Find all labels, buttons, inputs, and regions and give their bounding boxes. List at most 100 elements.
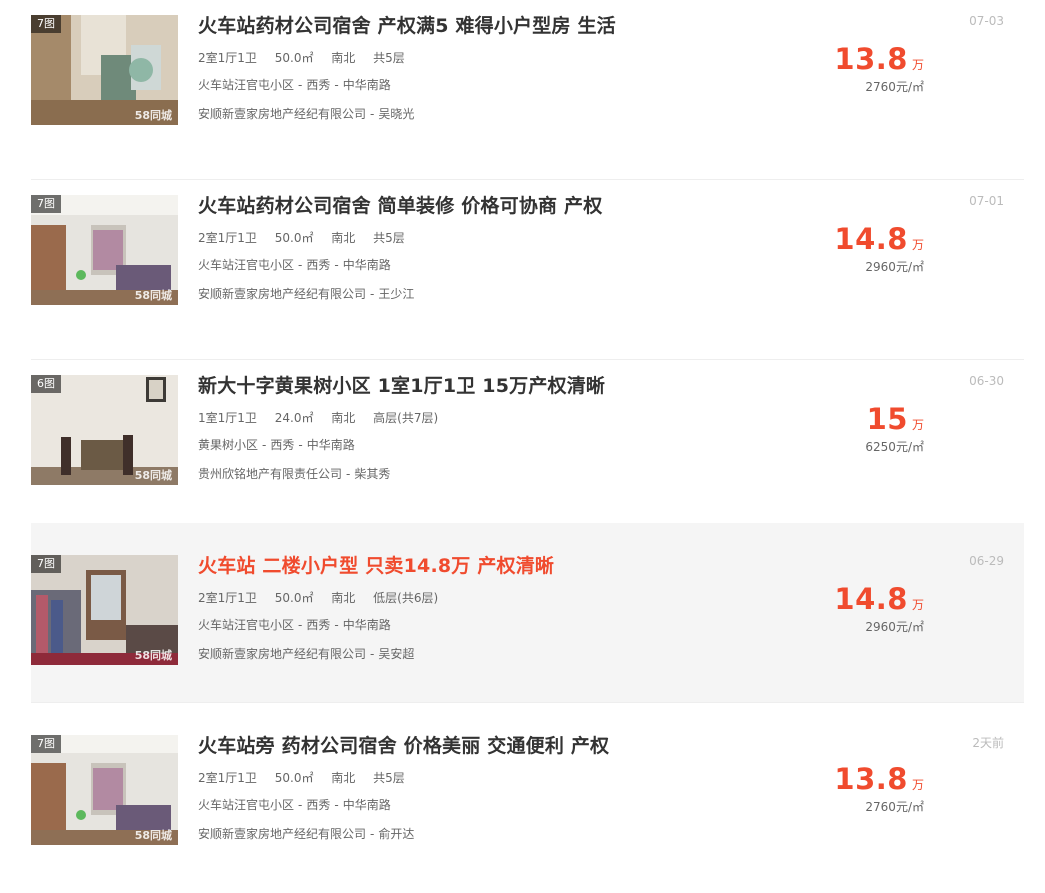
company-name: 安顺新壹家房地产经纪有限公司	[198, 647, 367, 661]
photo-count-badge: 7图	[31, 735, 61, 753]
community-link[interactable]: 火车站汪官屯小区	[198, 258, 294, 272]
road-link[interactable]: 中华南路	[343, 798, 391, 812]
separator: -	[370, 827, 375, 841]
agent-name: 吴晓光	[378, 107, 415, 121]
area: 24.0㎡	[274, 411, 314, 425]
watermark: 58同城	[134, 469, 172, 482]
room-layout: 2室1厅1卫	[198, 231, 257, 245]
price-unit: 万	[911, 418, 924, 432]
photo-count-badge: 7图	[31, 15, 61, 33]
price-block: 15 万 6250元/㎡	[865, 402, 924, 455]
total-price: 13.8 万	[834, 42, 924, 76]
price-block: 13.8 万 2760元/㎡	[834, 762, 924, 815]
listing-address: 火车站汪官屯小区 - 西秀 - 中华南路	[198, 76, 391, 93]
listing-item[interactable]: 6图 58同城 新大十字黄果树小区 1室1厅1卫 15万产权清晰 1室1厅1卫 …	[31, 360, 1024, 540]
company-name: 贵州欣铭地产有限责任公司	[198, 467, 343, 481]
road-link[interactable]: 中华南路	[343, 618, 391, 632]
room-layout: 2室1厅1卫	[198, 51, 257, 65]
separator: -	[370, 107, 375, 121]
area: 50.0㎡	[274, 591, 314, 605]
price-block: 14.8 万 2960元/㎡	[834, 222, 924, 275]
listing-photo[interactable]: 7图 58同城	[31, 195, 178, 305]
photo-count-badge: 7图	[31, 195, 61, 213]
room-layout: 1室1厅1卫	[198, 411, 257, 425]
community-link[interactable]: 火车站汪官屯小区	[198, 78, 294, 92]
listing-attributes: 2室1厅1卫 50.0㎡ 南北 低层(共6层)	[198, 589, 452, 606]
total-price: 15 万	[865, 402, 924, 436]
separator: -	[298, 78, 303, 92]
listing-title[interactable]: 火车站旁 药材公司宿舍 价格美丽 交通便利 产权	[198, 731, 609, 758]
district-link[interactable]: 西秀	[306, 618, 330, 632]
separator: -	[346, 467, 351, 481]
floor: 共5层	[373, 51, 405, 65]
price-value: 14.8	[834, 222, 908, 256]
agent-name: 柴其秀	[354, 467, 391, 481]
listing-item[interactable]: 7图 58同城 火车站旁 药材公司宿舍 价格美丽 交通便利 产权 2室1厅1卫 …	[31, 720, 1024, 893]
orientation: 南北	[331, 411, 356, 425]
photo-count-badge: 7图	[31, 555, 61, 573]
listing-address: 火车站汪官屯小区 - 西秀 - 中华南路	[198, 616, 391, 633]
listing-item[interactable]: 7图 58同城 火车站药材公司宿舍 产权满5 难得小户型房 生活 2室1厅1卫 …	[31, 0, 1024, 180]
separator: -	[370, 647, 375, 661]
company-name: 安顺新壹家房地产经纪有限公司	[198, 107, 367, 121]
district-link[interactable]: 西秀	[306, 78, 330, 92]
price-unit: 万	[911, 58, 924, 72]
watermark: 58同城	[134, 829, 172, 842]
price-value: 15	[866, 402, 908, 436]
unit-price: 2760元/㎡	[865, 80, 924, 94]
total-price: 13.8 万	[834, 762, 924, 796]
separator: -	[370, 287, 375, 301]
district-link[interactable]: 西秀	[270, 438, 294, 452]
road-link[interactable]: 中华南路	[307, 438, 355, 452]
community-link[interactable]: 黄果树小区	[198, 438, 258, 452]
watermark: 58同城	[134, 109, 172, 122]
separator: -	[298, 798, 303, 812]
orientation: 南北	[331, 771, 356, 785]
listing-photo[interactable]: 7图 58同城	[31, 555, 178, 665]
district-link[interactable]: 西秀	[306, 798, 330, 812]
company-name: 安顺新壹家房地产经纪有限公司	[198, 827, 367, 841]
listing-agent: 贵州欣铭地产有限责任公司 - 柴其秀	[198, 465, 390, 482]
listing-item-highlighted[interactable]: 7图 58同城 火车站 二楼小户型 只卖14.8万 产权清晰 2室1厅1卫 50…	[31, 523, 1024, 703]
total-price: 14.8 万	[834, 222, 924, 256]
price-unit: 万	[911, 598, 924, 612]
agent-name: 王少江	[378, 287, 415, 301]
agent-name: 吴安超	[378, 647, 415, 661]
floor: 低层(共6层)	[373, 591, 439, 605]
listing-item[interactable]: 7图 58同城 火车站药材公司宿舍 简单装修 价格可协商 产权 2室1厅1卫 5…	[31, 180, 1024, 360]
listing-agent: 安顺新壹家房地产经纪有限公司 - 俞开达	[198, 825, 414, 842]
separator: -	[334, 78, 339, 92]
community-link[interactable]: 火车站汪官屯小区	[198, 798, 294, 812]
orientation: 南北	[331, 51, 356, 65]
separator: -	[262, 438, 267, 452]
post-date: 2天前	[972, 736, 1004, 750]
separator: -	[298, 438, 303, 452]
listing-agent: 安顺新壹家房地产经纪有限公司 - 王少江	[198, 285, 414, 302]
listing-photo[interactable]: 6图 58同城	[31, 375, 178, 485]
listing-attributes: 2室1厅1卫 50.0㎡ 南北 共5层	[198, 49, 419, 66]
listing-agent: 安顺新壹家房地产经纪有限公司 - 吴晓光	[198, 105, 414, 122]
listing-title[interactable]: 新大十字黄果树小区 1室1厅1卫 15万产权清晰	[198, 371, 605, 398]
listing-title[interactable]: 火车站药材公司宿舍 简单装修 价格可协商 产权	[198, 191, 602, 218]
floor: 共5层	[373, 771, 405, 785]
total-price: 14.8 万	[834, 582, 924, 616]
community-link[interactable]: 火车站汪官屯小区	[198, 618, 294, 632]
district-link[interactable]: 西秀	[306, 258, 330, 272]
price-unit: 万	[911, 778, 924, 792]
road-link[interactable]: 中华南路	[343, 258, 391, 272]
price-unit: 万	[911, 238, 924, 252]
area: 50.0㎡	[274, 231, 314, 245]
photo-count-badge: 6图	[31, 375, 61, 393]
listing-address: 火车站汪官屯小区 - 西秀 - 中华南路	[198, 796, 391, 813]
listing-address: 黄果树小区 - 西秀 - 中华南路	[198, 436, 355, 453]
unit-price: 6250元/㎡	[865, 440, 924, 454]
floor: 共5层	[373, 231, 405, 245]
listing-title[interactable]: 火车站 二楼小户型 只卖14.8万 产权清晰	[198, 551, 554, 578]
road-link[interactable]: 中华南路	[343, 78, 391, 92]
post-date: 07-03	[969, 14, 1004, 28]
listing-title[interactable]: 火车站药材公司宿舍 产权满5 难得小户型房 生活	[198, 11, 616, 38]
listing-photo[interactable]: 7图 58同城	[31, 735, 178, 845]
orientation: 南北	[331, 591, 356, 605]
listing-photo[interactable]: 7图 58同城	[31, 15, 178, 125]
listing-attributes: 2室1厅1卫 50.0㎡ 南北 共5层	[198, 229, 419, 246]
